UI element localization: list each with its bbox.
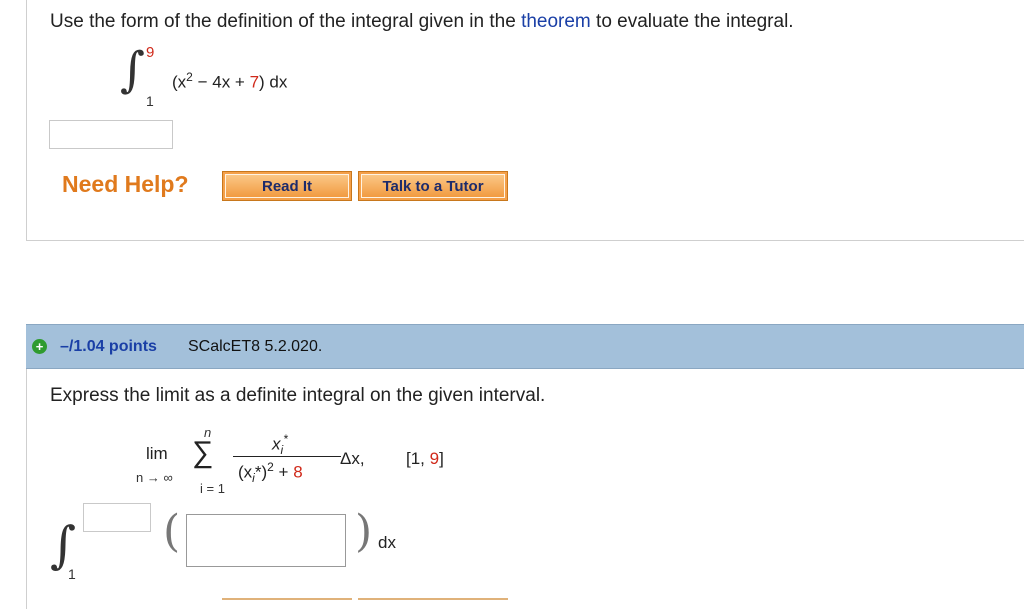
talk-to-tutor-button-2[interactable] xyxy=(358,598,508,600)
problem-1-prompt: Use the form of the definition of the in… xyxy=(50,11,794,33)
upper-limit-input[interactable] xyxy=(83,503,151,532)
need-help-label: Need Help? xyxy=(62,171,189,197)
left-paren: ( xyxy=(163,506,181,557)
delta-x: Δx, xyxy=(340,449,365,468)
problem-2-header: + –/1.04 points SCalcET8 5.2.020. xyxy=(26,324,1024,369)
problem-2-prompt: Express the limit as a definite integral… xyxy=(50,385,546,406)
integral-lower-limit: 1 xyxy=(68,566,76,582)
integrand-input[interactable] xyxy=(186,514,346,567)
sigma-sign: ∑ xyxy=(192,436,214,469)
upper-limit: 9 xyxy=(146,44,155,61)
problem-1-panel xyxy=(26,0,1024,241)
fraction-bar xyxy=(233,456,341,457)
read-it-button[interactable]: Read It xyxy=(222,171,352,201)
interval: [1, 9] xyxy=(406,449,444,468)
right-paren: ) xyxy=(355,506,373,557)
integral-sign: ∫ xyxy=(120,42,146,98)
read-it-button-2[interactable] xyxy=(222,598,352,600)
denominator: (xi*)2 + 8 xyxy=(238,460,303,486)
dx-label: dx xyxy=(378,533,396,552)
read-it-label: Read It xyxy=(225,174,349,198)
lim-label: lim xyxy=(146,444,168,463)
lim-subscript: n → ∞ xyxy=(136,470,173,485)
theorem-link[interactable]: theorem xyxy=(521,11,591,32)
lower-limit: 1 xyxy=(146,93,154,109)
source-label: SCalcET8 5.2.020. xyxy=(188,338,323,355)
numerator: xi* xyxy=(272,432,288,458)
talk-to-tutor-button[interactable]: Talk to a Tutor xyxy=(358,171,508,201)
integral-answer-input[interactable] xyxy=(49,120,173,149)
integrand: (x2 − 4x + 7) dx xyxy=(172,70,288,92)
points-label: –/1.04 points xyxy=(60,338,157,355)
prompt-text-end: to evaluate the integral. xyxy=(596,11,794,32)
sigma-lower: i = 1 xyxy=(200,481,225,496)
prompt-text: Use the form of the definition of the in… xyxy=(50,11,516,32)
talk-to-tutor-label: Talk to a Tutor xyxy=(361,174,505,198)
expand-plus-icon[interactable]: + xyxy=(32,339,47,354)
integral-sign-2: ∫ xyxy=(50,516,77,574)
